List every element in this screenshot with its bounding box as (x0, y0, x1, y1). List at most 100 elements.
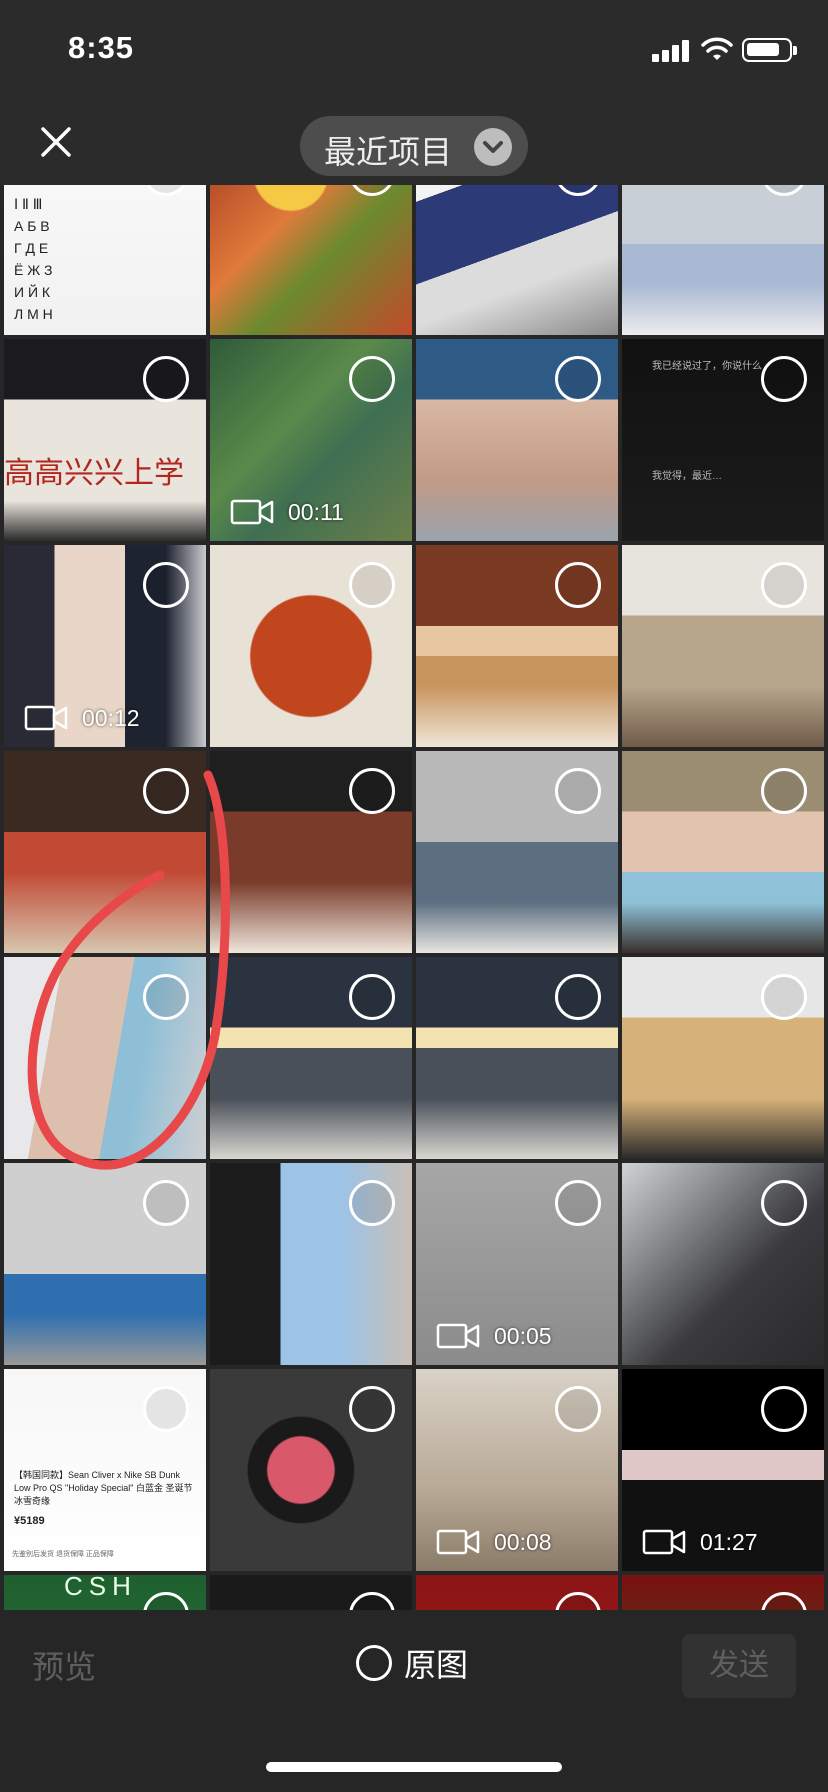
select-circle-icon[interactable] (555, 1592, 601, 1610)
send-button[interactable]: 发送 (682, 1634, 796, 1698)
close-icon[interactable] (34, 120, 78, 164)
video-duration: 01:27 (700, 1528, 758, 1555)
photo-thumbnail-plush-bear[interactable] (622, 1163, 824, 1365)
product-price: ¥5189 (14, 1515, 45, 1527)
photo-thumbnail-shopping-cart[interactable] (4, 1163, 206, 1365)
status-time: 8:35 (68, 30, 135, 65)
photo-thumbnail-selfie-girl[interactable]: 00:12 (4, 545, 206, 747)
select-circle-icon[interactable] (555, 974, 601, 1020)
select-circle-icon[interactable] (555, 185, 601, 196)
letters-chart-text: Ⅰ Ⅱ Ⅲ А Б В Г Д Е Ё Ж З И Й К Л М Н (14, 196, 53, 322)
select-circle-icon[interactable] (143, 1592, 189, 1610)
status-bar: 8:35 (0, 0, 828, 100)
photo-thumbnail-shoe-wall[interactable]: 00:08 (416, 1369, 618, 1571)
csh-text: CSH (64, 1575, 137, 1601)
home-indicator (266, 1762, 562, 1772)
video-duration: 00:12 (82, 704, 140, 731)
photo-thumbnail-dining-table-2[interactable] (416, 957, 618, 1159)
select-circle-icon[interactable] (761, 1386, 807, 1432)
photo-thumbnail-tiramisu[interactable] (416, 545, 618, 747)
video-camera-icon (230, 499, 274, 525)
album-title: 最近项目 (324, 133, 453, 171)
video-duration-badge: 00:05 (436, 1321, 552, 1351)
video-camera-icon (24, 705, 68, 731)
photo-thumbnail-food-platter[interactable] (210, 185, 412, 335)
select-circle-icon[interactable] (349, 1180, 395, 1226)
product-footer: 先鉴别后发货 退货保障 正品保障 (12, 1551, 114, 1558)
select-circle-icon[interactable] (555, 1180, 601, 1226)
original-toggle[interactable]: 原图 (356, 1640, 468, 1686)
select-circle-icon[interactable] (349, 974, 395, 1020)
battery-icon (742, 38, 797, 62)
video-duration-badge: 00:11 (230, 497, 344, 527)
select-circle-icon[interactable] (143, 768, 189, 814)
photo-thumbnail-letters-chart[interactable]: Ⅰ Ⅱ Ⅲ А Б В Г Д Е Ё Ж З И Й К Л М Н (4, 185, 206, 335)
chevron-down-icon (474, 128, 512, 166)
photo-thumbnail-game-map[interactable]: 00:11 (210, 339, 412, 541)
photo-thumbnail-dining-table[interactable] (210, 957, 412, 1159)
photo-thumbnail-letters-chart[interactable]: 高高兴兴上学 (4, 339, 206, 541)
select-circle-icon[interactable] (761, 185, 807, 196)
bottom-bar: 预览 原图 发送 (0, 1610, 828, 1792)
select-circle-icon[interactable] (761, 1180, 807, 1226)
select-circle-icon[interactable] (143, 562, 189, 608)
photo-thumbnail-showroom[interactable] (622, 545, 824, 747)
nav-bar: 最近项目 (0, 100, 828, 185)
video-duration-badge: 00:12 (24, 703, 140, 733)
wifi-icon (701, 37, 733, 60)
photo-thumbnail-shadow[interactable]: 00:05 (416, 1163, 618, 1365)
photo-thumbnail-red-room[interactable] (416, 1575, 618, 1610)
select-circle-icon[interactable] (349, 356, 395, 402)
select-circle-icon[interactable] (349, 768, 395, 814)
select-circle-icon[interactable] (555, 562, 601, 608)
album-selector-button[interactable]: 最近项目 (300, 116, 528, 176)
photo-thumbnail-product-page[interactable]: 【韩国同款】Sean Cliver x Nike SB Dunk Low Pro… (4, 1369, 206, 1571)
select-circle-icon[interactable] (143, 1386, 189, 1432)
video-duration-badge: 01:27 (642, 1527, 758, 1557)
signal-icon (652, 40, 692, 62)
select-circle-icon[interactable] (761, 562, 807, 608)
original-label: 原图 (404, 1646, 469, 1684)
video-duration: 00:05 (494, 1322, 552, 1349)
photo-thumbnail-hand-ring[interactable] (416, 339, 618, 541)
select-circle-icon[interactable] (143, 974, 189, 1020)
select-circle-icon[interactable] (143, 1180, 189, 1226)
select-circle-icon[interactable] (349, 185, 395, 196)
video-duration: 00:11 (288, 498, 344, 525)
photo-thumbnail-chat-screenshot[interactable]: 我已经说过了，你说什么 我觉得，最近… (622, 339, 824, 541)
video-camera-icon (642, 1529, 686, 1555)
photo-thumbnail-plush-toy[interactable] (210, 1163, 412, 1365)
video-camera-icon (436, 1529, 480, 1555)
photo-thumbnail-spaghetti[interactable] (210, 545, 412, 747)
photo-thumbnail-sneakers-plush[interactable] (622, 185, 824, 335)
select-circle-icon[interactable] (761, 1592, 807, 1610)
select-circle-icon[interactable] (555, 1386, 601, 1432)
select-circle-icon[interactable] (555, 768, 601, 814)
preview-button[interactable]: 预览 (32, 1642, 96, 1688)
select-circle-icon[interactable] (555, 356, 601, 402)
photo-thumbnail-csh-sign[interactable]: CSH (4, 1575, 206, 1610)
photo-thumbnail-christmas-dining[interactable] (210, 751, 412, 953)
product-title: 【韩国同款】Sean Cliver x Nike SB Dunk Low Pro… (14, 1470, 193, 1506)
select-circle-icon[interactable] (143, 185, 189, 196)
chat-line: 我觉得，最近… (652, 471, 722, 482)
select-circle-icon[interactable] (349, 1386, 395, 1432)
select-circle-icon[interactable] (143, 356, 189, 402)
photo-thumbnail-masked-selfie-tilted[interactable] (4, 957, 206, 1159)
photo-thumbnail-christmas-shelf[interactable] (4, 751, 206, 953)
photo-thumbnail-masked-selfie[interactable] (622, 751, 824, 953)
photo-grid[interactable]: Ⅰ Ⅱ Ⅲ А Б В Г Д Е Ё Ж З И Й К Л М Н 高高兴兴上… (0, 185, 828, 1610)
photo-thumbnail-sneaker-box[interactable] (416, 185, 618, 335)
select-circle-icon[interactable] (761, 768, 807, 814)
select-circle-icon[interactable] (761, 974, 807, 1020)
photo-thumbnail-watch[interactable] (210, 1369, 412, 1571)
photo-thumbnail-xmas-tree[interactable] (622, 1575, 824, 1610)
photo-thumbnail-living-room[interactable] (416, 751, 618, 953)
photo-thumbnail-kitchen-utensils[interactable] (622, 957, 824, 1159)
photo-thumbnail-red-ornament[interactable] (210, 1575, 412, 1610)
select-circle-icon[interactable] (349, 1592, 395, 1610)
select-circle-icon[interactable] (349, 562, 395, 608)
chat-line: 我已经说过了，你说什么 (652, 361, 762, 372)
original-radio-icon[interactable] (356, 1645, 392, 1681)
photo-thumbnail-dark-video[interactable]: 01:27 (622, 1369, 824, 1571)
